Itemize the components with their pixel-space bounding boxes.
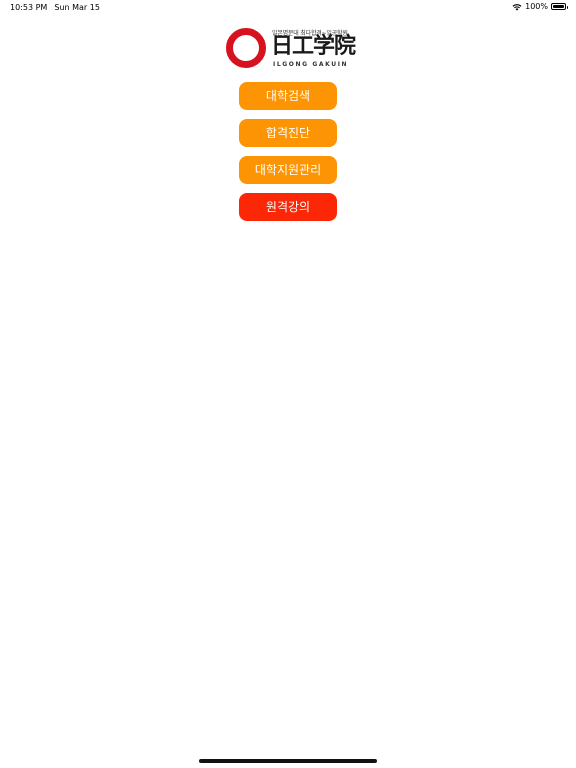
status-date: Sun Mar 15	[54, 3, 100, 12]
status-right: 100%	[512, 2, 568, 11]
logo-main-text: 日工学院	[271, 34, 356, 59]
wifi-icon	[512, 3, 522, 11]
online-lecture-button[interactable]: 원격강의	[239, 193, 337, 221]
battery-fill	[553, 5, 564, 8]
ilgong-gakuin-logo: 일본명문대 최다합격~일공학원 日工学院 ILGONG GAKUIN	[225, 27, 356, 71]
status-bar: 10:53 PM Sun Mar 15 100%	[0, 0, 576, 14]
battery-percent: 100%	[525, 2, 548, 11]
logo-sub-text: ILGONG GAKUIN	[273, 61, 349, 68]
main-menu: 대학검색 합격진단 대학지원관리 원격강의	[239, 82, 337, 230]
battery-full-icon	[551, 3, 568, 10]
university-application-management-button[interactable]: 대학지원관리	[239, 156, 337, 184]
home-indicator[interactable]	[199, 759, 377, 763]
status-time: 10:53 PM	[10, 3, 48, 12]
logo-ring-icon	[226, 28, 266, 68]
app-screen: 10:53 PM Sun Mar 15 100% 일본명문대 최다합격~일공학원…	[0, 0, 576, 768]
admission-diagnosis-button[interactable]: 합격진단	[239, 119, 337, 147]
university-search-button[interactable]: 대학검색	[239, 82, 337, 110]
status-left: 10:53 PM Sun Mar 15	[10, 3, 100, 12]
